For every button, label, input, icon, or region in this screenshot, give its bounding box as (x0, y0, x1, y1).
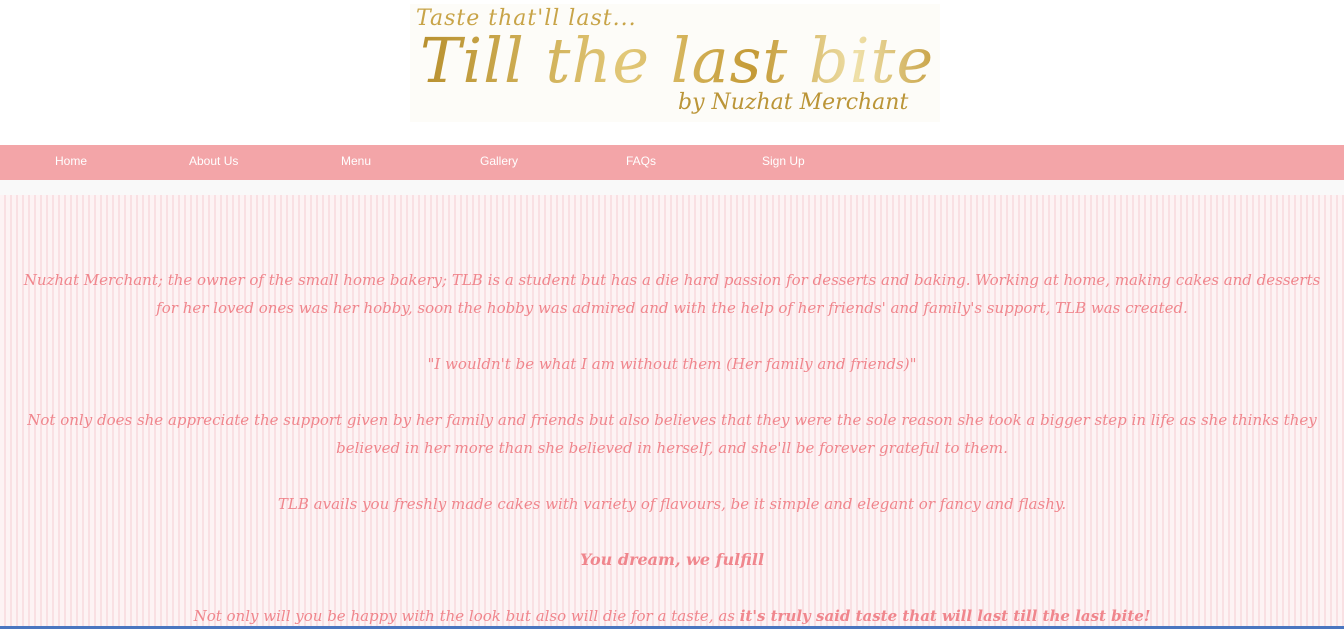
logo-title: Till the last bite (420, 24, 935, 97)
nav-item-home[interactable]: Home (55, 145, 87, 180)
nav-divider-strip (0, 180, 1344, 195)
about-quote: "I wouldn't be what I am without them (H… (427, 355, 917, 373)
logo[interactable]: Taste that'll last... Till the last bite… (410, 4, 940, 122)
closing-text: Not only will you be happy with the look… (193, 607, 740, 625)
nav-item-menu[interactable]: Menu (341, 145, 371, 180)
about-paragraph-support: Not only does she appreciate the support… (27, 411, 1317, 457)
nav-item-gallery[interactable]: Gallery (480, 145, 518, 180)
page-header: Taste that'll last... Till the last bite… (0, 0, 1344, 145)
nav-item-faqs[interactable]: FAQs (626, 145, 656, 180)
about-slogan: You dream, we fulfill (579, 550, 765, 569)
nav-item-sign-up[interactable]: Sign Up (762, 145, 805, 180)
about-paragraph-offer: TLB avails you freshly made cakes with v… (277, 495, 1067, 513)
about-paragraph-closing: Not only will you be happy with the look… (0, 602, 1344, 629)
logo-byline: by Nuzhat Merchant (678, 90, 909, 115)
about-content: Nuzhat Merchant; the owner of the small … (0, 195, 1344, 629)
main-navigation: Home About Us Menu Gallery FAQs Sign Up (0, 145, 1344, 180)
nav-item-about-us[interactable]: About Us (189, 145, 238, 180)
about-paragraph-intro: Nuzhat Merchant; the owner of the small … (23, 271, 1321, 317)
closing-emphasis: it's truly said taste that will last til… (739, 607, 1151, 625)
